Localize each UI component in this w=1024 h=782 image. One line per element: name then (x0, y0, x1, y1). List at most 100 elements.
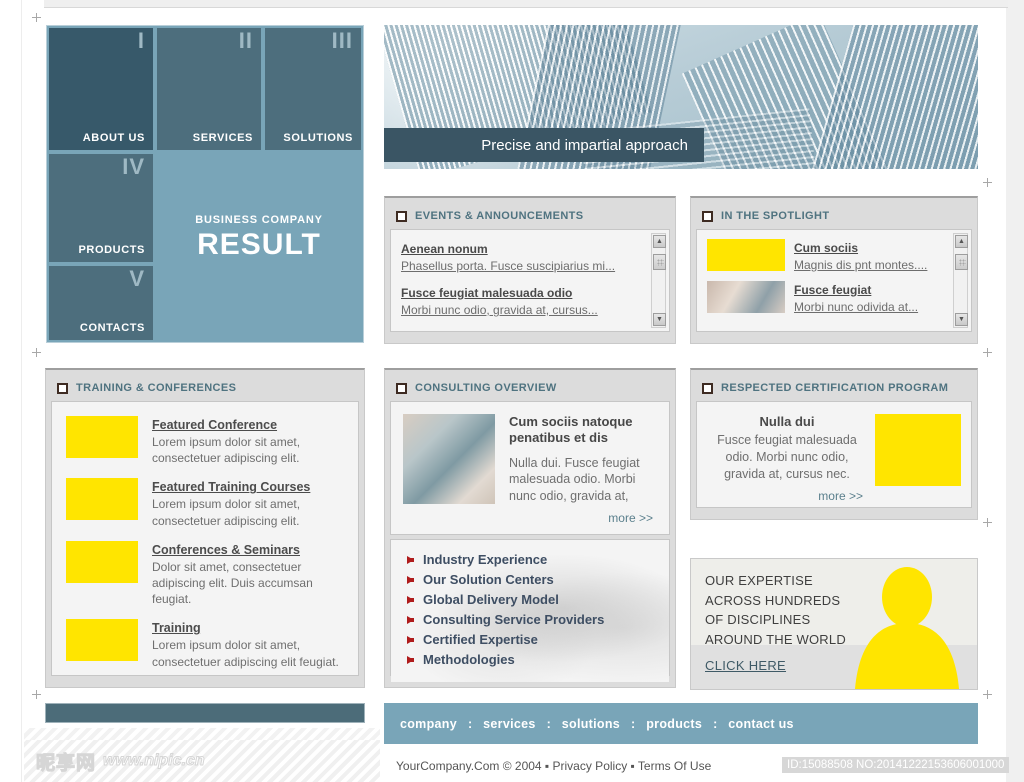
training-title-link[interactable]: Featured Training Courses (152, 480, 310, 494)
training-text: Lorem ipsum dolor sit amet, consectetuer… (152, 638, 339, 669)
consulting-link-label[interactable]: Methodologies (423, 652, 515, 667)
nav-tile-contacts[interactable]: V CONTACTS (49, 266, 153, 340)
certification-more-link[interactable]: more >> (707, 489, 867, 503)
arrow-bullet-icon (407, 655, 414, 664)
event-summary[interactable]: Morbi nunc odio, gravida at, cursus... (401, 303, 647, 317)
training-title-link[interactable]: Conferences & Seminars (152, 543, 300, 557)
nav-tile-numeral: V (129, 266, 145, 291)
promo-expertise[interactable]: OUR EXPERTISE ACROSS HUNDREDS OF DISCIPL… (690, 558, 978, 690)
scroll-up-icon[interactable]: ▲ (955, 235, 968, 248)
event-summary[interactable]: Phasellus porta. Fusce suscipiarius mi..… (401, 259, 647, 273)
promo-line: ACROSS HUNDREDS (705, 592, 841, 608)
nav-tile-label: SERVICES (192, 132, 253, 144)
scroll-down-icon[interactable]: ▼ (653, 313, 666, 326)
training-thumbnail (66, 619, 138, 662)
certification-heading: Nulla dui (759, 414, 815, 429)
footer-link-products[interactable]: products (646, 717, 702, 731)
event-title-link[interactable]: Fusce feugiat malesuada odio (401, 286, 572, 300)
scrollbar-vertical[interactable]: ▲ ▼ (953, 233, 968, 328)
square-bullet-icon (396, 210, 407, 222)
list-item[interactable]: Featured Training Courses Lorem ipsum do… (66, 478, 346, 528)
certification-text: Fusce feugiat malesuada odio. Morbi nunc… (717, 433, 857, 481)
nav-tile-numeral: III (331, 28, 353, 53)
scrollbar-thumb[interactable] (653, 254, 666, 270)
arrow-bullet-icon (407, 615, 414, 624)
footer-separator: : (631, 716, 636, 731)
move-handle[interactable] (32, 690, 41, 699)
panel-header: IN THE SPOTLIGHT (696, 203, 972, 229)
consulting-link-label[interactable]: Our Solution Centers (423, 572, 554, 587)
event-title-link[interactable]: Aenean nonum (401, 242, 488, 256)
scrollbar-vertical[interactable]: ▲ ▼ (651, 233, 666, 328)
move-handle[interactable] (983, 690, 992, 699)
list-item[interactable]: Featured Conference Lorem ipsum dolor si… (66, 416, 346, 466)
list-item[interactable]: Aenean nonum Phasellus porta. Fusce susc… (401, 240, 647, 273)
spotlight-thumbnail (707, 281, 785, 313)
nav-tile-numeral: IV (122, 154, 145, 179)
training-text: Lorem ipsum dolor sit amet, consectetuer… (152, 435, 301, 466)
spotlight-summary[interactable]: Morbi nunc odivida at... (794, 300, 918, 314)
footer-link-contact-us[interactable]: contact us (728, 717, 794, 731)
list-item[interactable]: Consulting Service Providers (407, 612, 659, 627)
id-badge: ID:15088508 NO:20141222153606001000 (782, 757, 1010, 773)
nav-tile-about-us[interactable]: I ABOUT US (49, 28, 153, 150)
certification-text-block: Nulla dui Fusce feugiat malesuada odio. … (707, 414, 875, 503)
move-handle[interactable] (32, 348, 41, 357)
list-item[interactable]: Industry Experience (407, 552, 659, 567)
footer-link-solutions[interactable]: solutions (562, 717, 620, 731)
consulting-more-link[interactable]: more >> (509, 511, 657, 525)
consulting-link-label[interactable]: Global Delivery Model (423, 592, 559, 607)
scroll-down-icon[interactable]: ▼ (955, 313, 968, 326)
list-item[interactable]: Conferences & Seminars Dolor sit amet, c… (66, 540, 346, 608)
list-item[interactable]: Methodologies (407, 652, 659, 667)
move-handle[interactable] (983, 518, 992, 527)
list-item[interactable]: Global Delivery Model (407, 592, 659, 607)
certification-content: Nulla dui Fusce feugiat malesuada odio. … (697, 402, 971, 515)
list-item[interactable]: Training Lorem ipsum dolor sit amet, con… (66, 619, 346, 669)
footer-separator: : (713, 716, 718, 731)
spotlight-summary[interactable]: Magnis dis pnt montes.... (794, 258, 927, 272)
square-bullet-icon (702, 382, 713, 394)
training-text: Lorem ipsum dolor sit amet, consectetuer… (152, 497, 301, 528)
move-handle[interactable] (983, 348, 992, 357)
footer-link-services[interactable]: services (483, 717, 535, 731)
copyright-text: YourCompany.Com © 2004 ▪ Privacy Policy … (396, 759, 712, 773)
list-item[interactable]: Fusce feugiat malesuada odio Morbi nunc … (401, 284, 647, 317)
panel-body-feature: Cum sociis natoque penatibus et dis Null… (390, 401, 670, 535)
list-item[interactable]: Our Solution Centers (407, 572, 659, 587)
nav-tile-solutions[interactable]: III SOLUTIONS (265, 28, 361, 150)
brand-title: RESULT (197, 228, 321, 261)
panel-header: CONSULTING OVERVIEW (390, 375, 670, 401)
panel-title: TRAINING & CONFERENCES (76, 382, 237, 394)
training-title-link[interactable]: Featured Conference (152, 418, 277, 432)
scroll-up-icon[interactable]: ▲ (653, 235, 666, 248)
nav-tile-label: PRODUCTS (78, 244, 145, 256)
consulting-feature-heading: Cum sociis natoque penatibus et dis (509, 414, 633, 446)
consulting-link-label[interactable]: Certified Expertise (423, 632, 538, 647)
left-accent-bar (45, 703, 365, 723)
building-texture (809, 25, 978, 169)
panel-certification: RESPECTED CERTIFICATION PROGRAM Nulla du… (690, 368, 978, 520)
panel-consulting: CONSULTING OVERVIEW Cum sociis natoque p… (384, 368, 676, 688)
move-handle[interactable] (32, 13, 41, 22)
footer-link-company[interactable]: company (400, 717, 457, 731)
spotlight-title-link[interactable]: Fusce feugiat (794, 283, 871, 297)
spotlight-title-link[interactable]: Cum sociis (794, 241, 858, 255)
list-item[interactable]: Certified Expertise (407, 632, 659, 647)
move-handle[interactable] (983, 178, 992, 187)
list-item[interactable]: Cum sociis Magnis dis pnt montes.... (707, 239, 947, 272)
click-here-link[interactable]: CLICK HERE (705, 658, 786, 673)
consulting-link-label[interactable]: Consulting Service Providers (423, 612, 604, 627)
panel-body: Featured Conference Lorem ipsum dolor si… (51, 401, 359, 676)
promo-text: OUR EXPERTISE ACROSS HUNDREDS OF DISCIPL… (705, 571, 846, 649)
list-item[interactable]: Fusce feugiat Morbi nunc odivida at... (707, 281, 947, 314)
nav-tile-products[interactable]: IV PRODUCTS (49, 154, 153, 262)
panel-spotlight: IN THE SPOTLIGHT Cum sociis Magnis dis p… (690, 196, 978, 344)
scrollbar-thumb[interactable] (955, 254, 968, 270)
consulting-feature: Cum sociis natoque penatibus et dis Null… (391, 402, 669, 531)
panel-header: TRAINING & CONFERENCES (51, 375, 359, 401)
square-bullet-icon (396, 382, 407, 394)
nav-tile-services[interactable]: II SERVICES (157, 28, 261, 150)
consulting-link-label[interactable]: Industry Experience (423, 552, 547, 567)
training-title-link[interactable]: Training (152, 621, 201, 635)
